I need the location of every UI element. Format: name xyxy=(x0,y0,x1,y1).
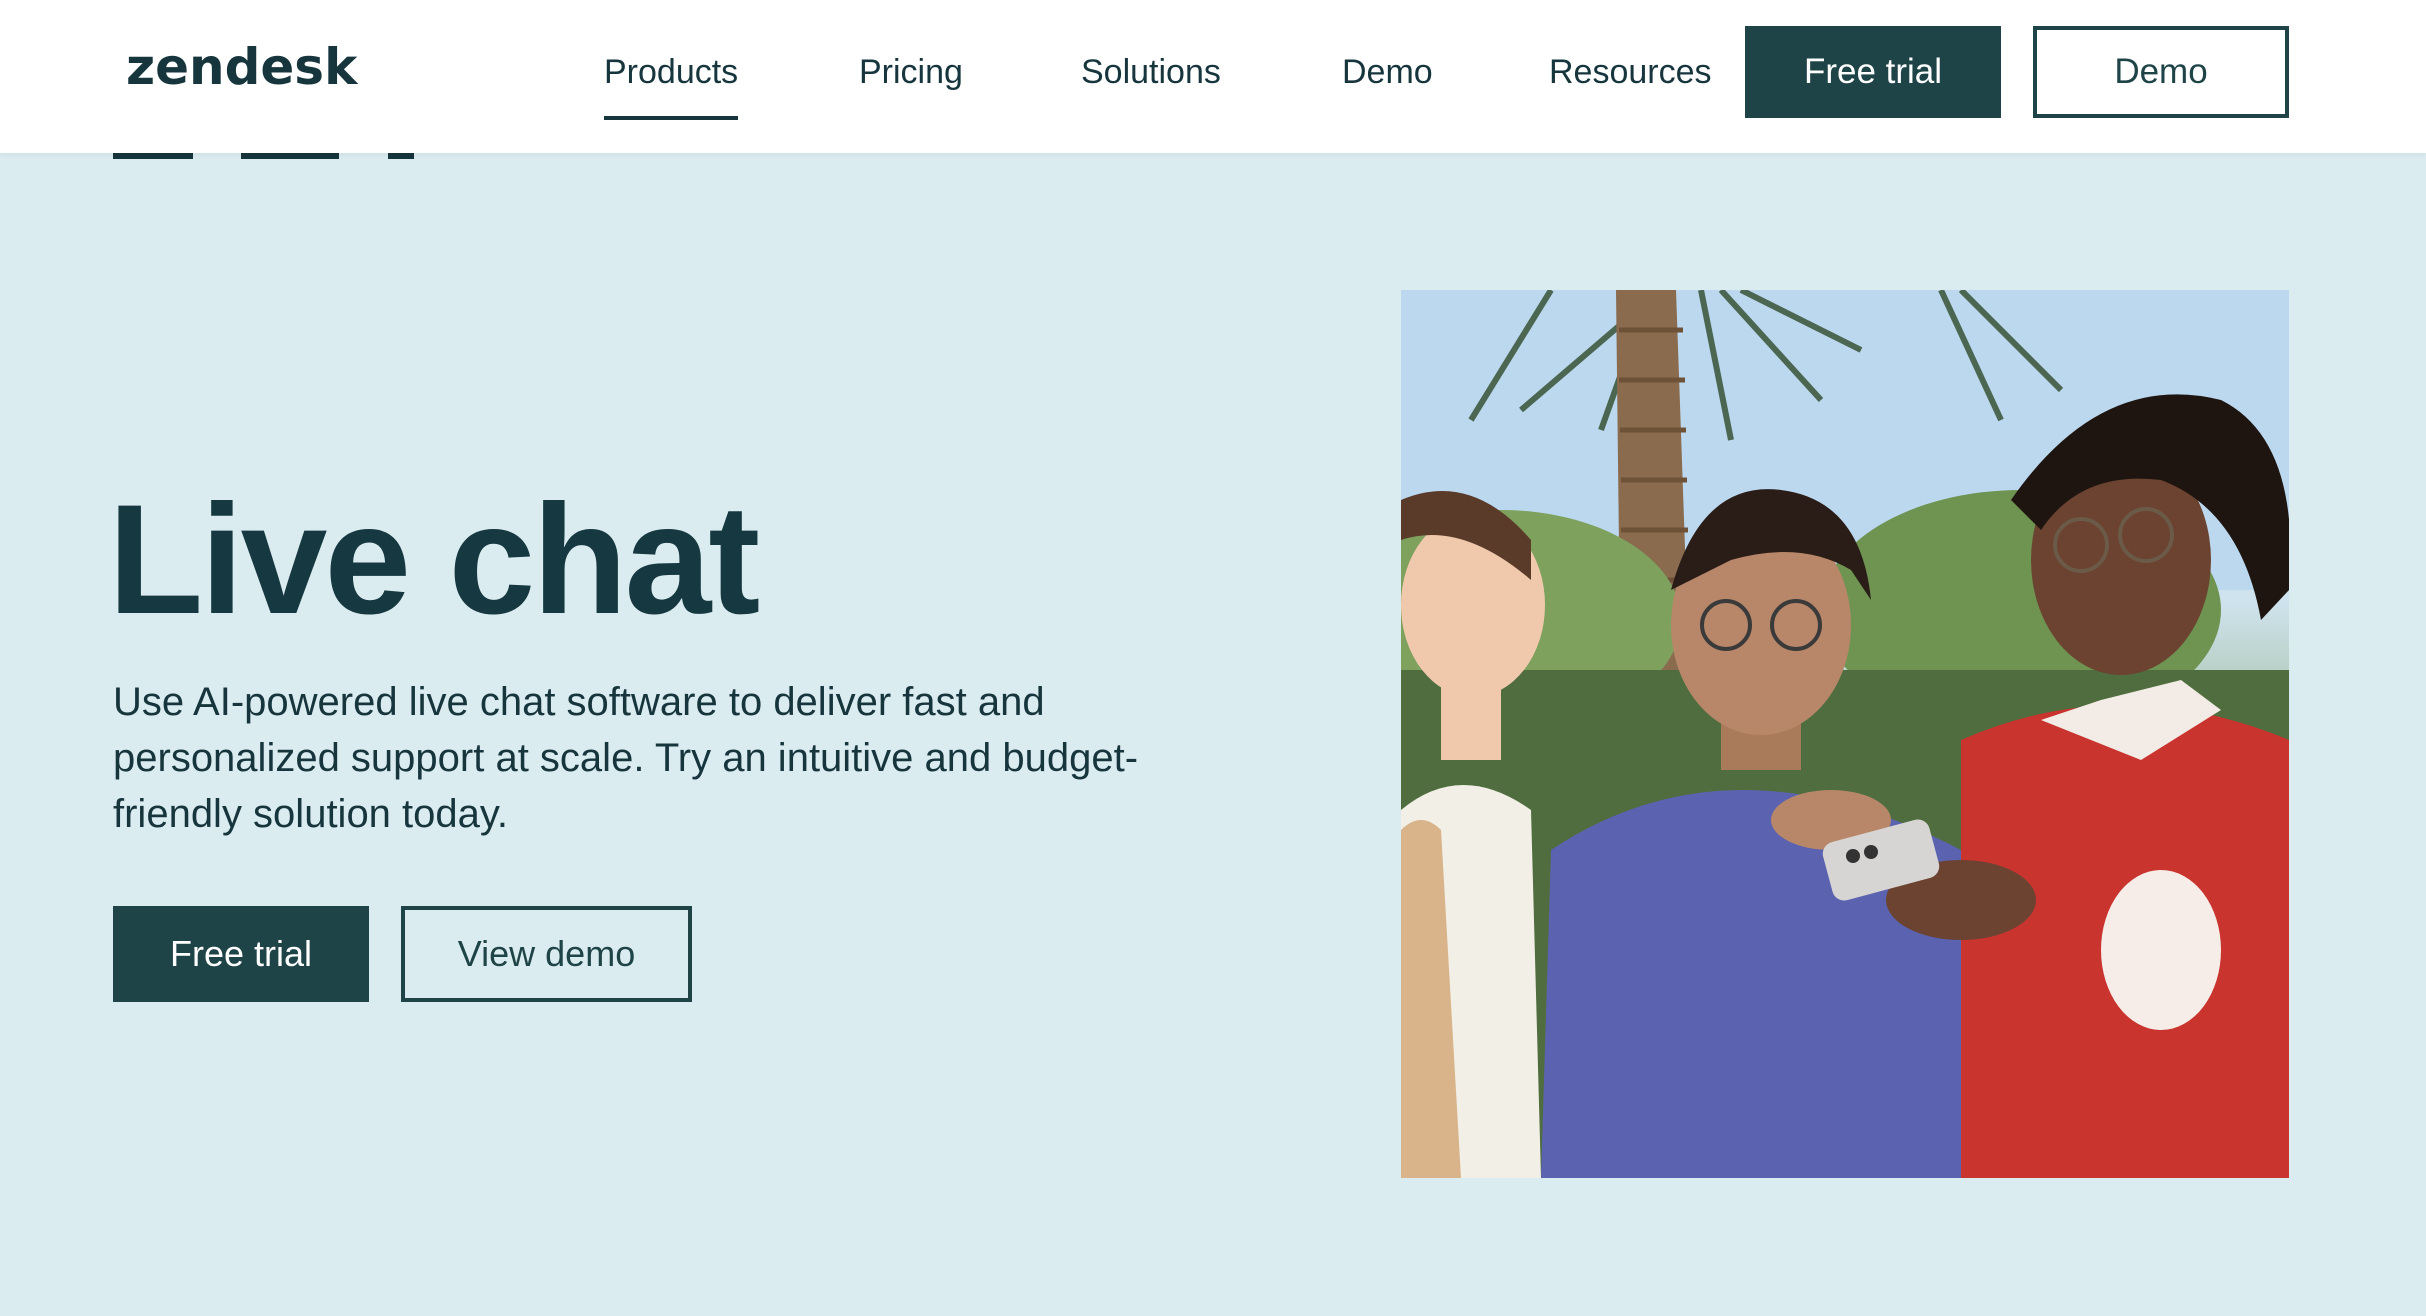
site-header: zendesk Products Pricing Solutions Demo … xyxy=(0,0,2426,153)
header-free-trial-button[interactable]: Free trial xyxy=(1745,26,2001,118)
scrolled-content-edge xyxy=(241,153,339,159)
people-with-phone-illustration xyxy=(1401,290,2289,1178)
zendesk-logo[interactable]: zendesk xyxy=(126,38,357,96)
scrolled-content-edge xyxy=(388,153,414,159)
nav-pricing[interactable]: Pricing xyxy=(859,50,963,94)
header-demo-button[interactable]: Demo xyxy=(2033,26,2289,118)
nav-demo[interactable]: Demo xyxy=(1342,50,1433,94)
hero-free-trial-button[interactable]: Free trial xyxy=(113,906,369,1002)
view-demo-button[interactable]: View demo xyxy=(401,906,692,1002)
scrolled-content-edge xyxy=(113,153,193,159)
hero-photo xyxy=(1401,290,2289,1178)
hero-description: Use AI-powered live chat software to del… xyxy=(113,680,1139,836)
nav-resources[interactable]: Resources xyxy=(1549,50,1712,94)
page-title: Live chat xyxy=(108,473,760,647)
nav-solutions[interactable]: Solutions xyxy=(1081,50,1221,94)
nav-products[interactable]: Products xyxy=(604,50,739,120)
